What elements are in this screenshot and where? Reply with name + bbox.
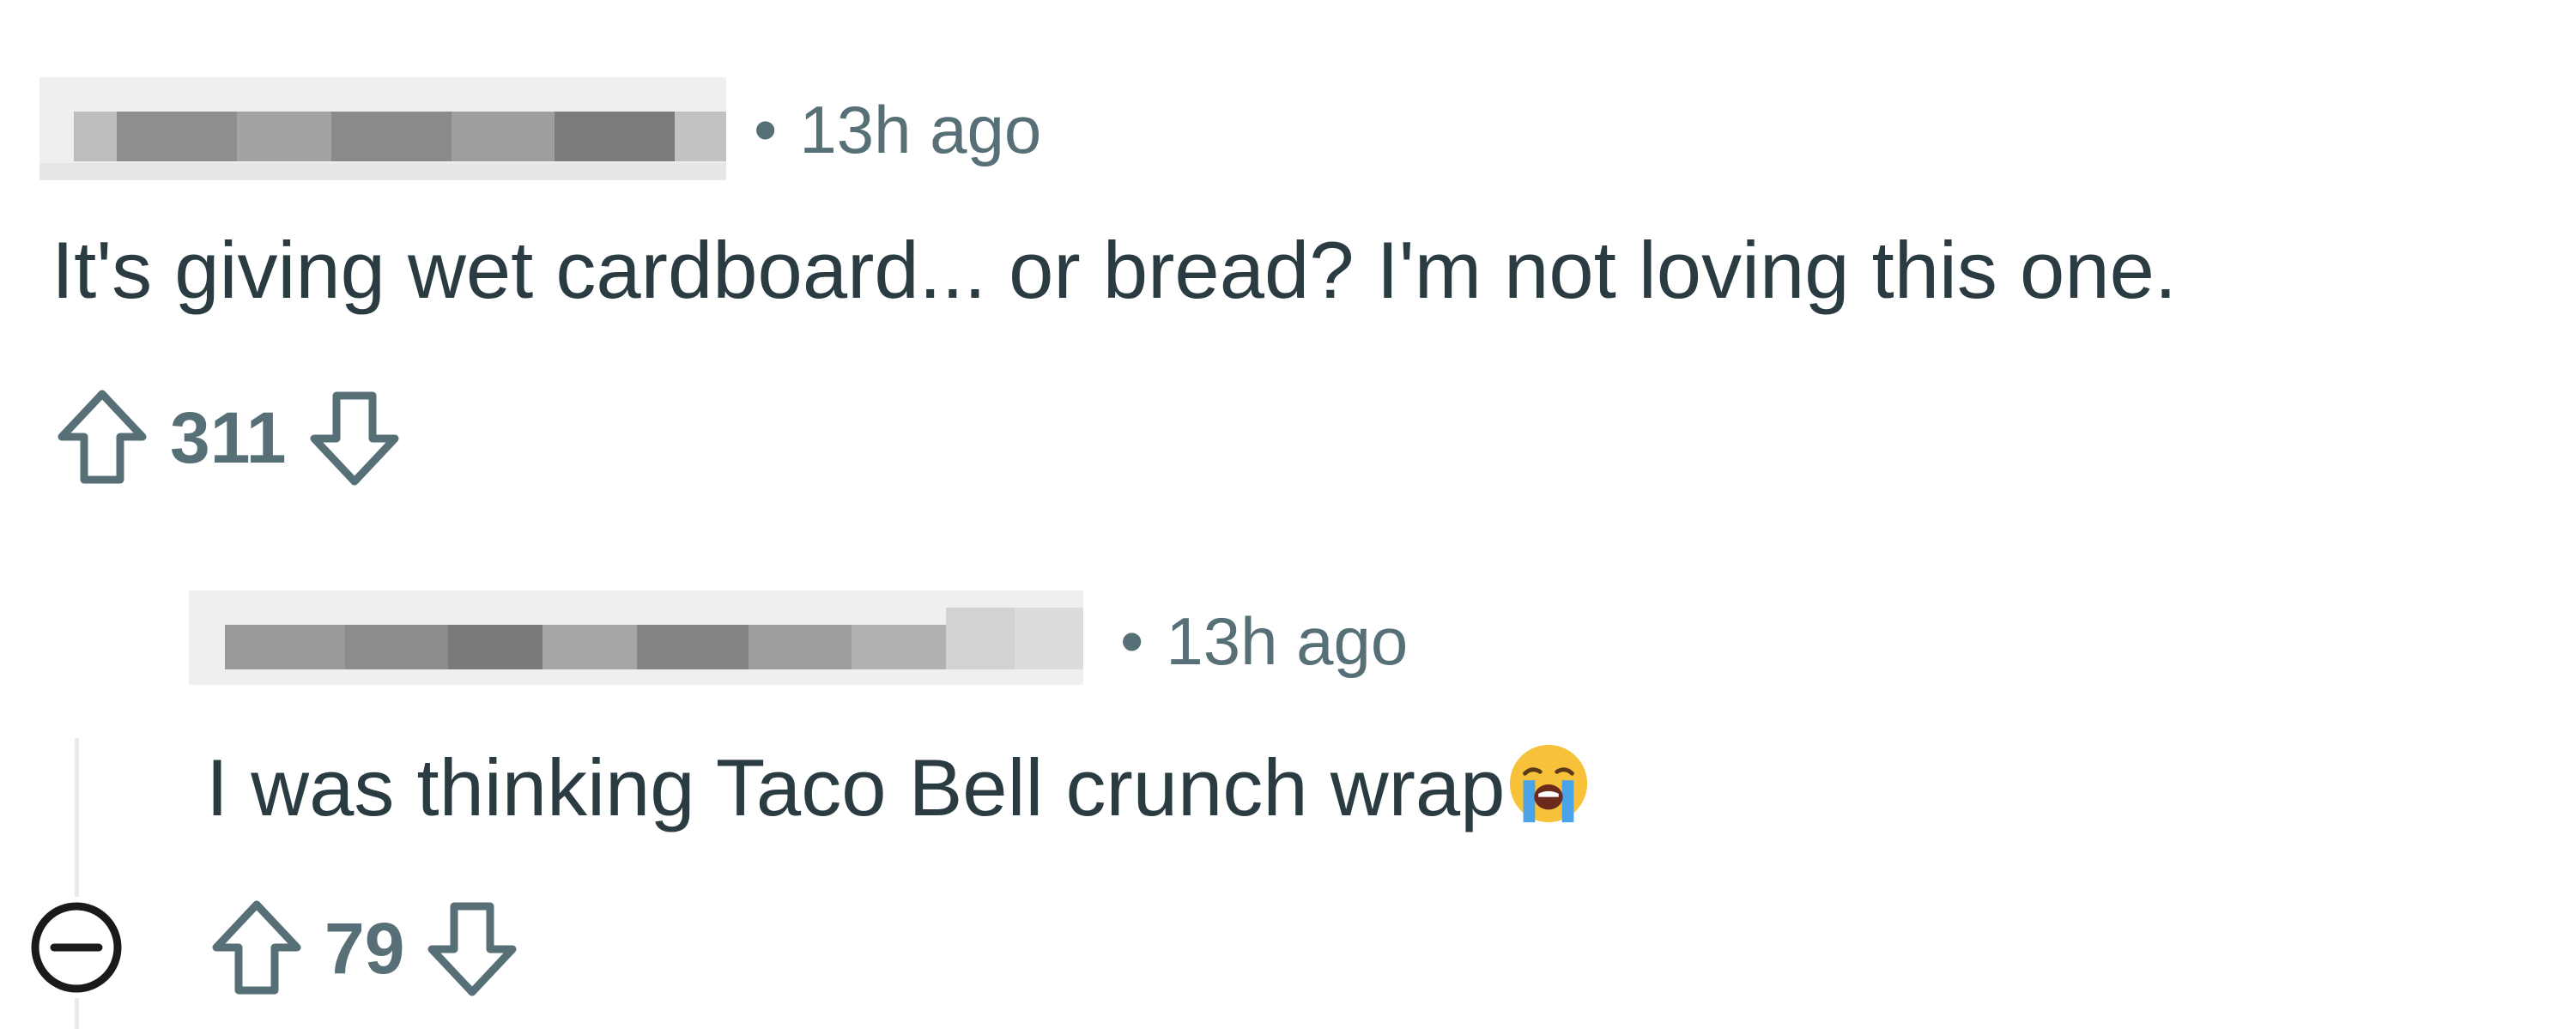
- comment-timestamp[interactable]: 13h ago: [799, 92, 1041, 167]
- comment-meta: • 13h ago: [754, 96, 1041, 163]
- comment-actions: 79: [206, 893, 523, 1004]
- comment-meta: • 13h ago: [1120, 608, 1408, 675]
- vote-score: 79: [324, 908, 405, 989]
- downvote-arrow-icon[interactable]: [304, 387, 405, 488]
- upvote-arrow-icon[interactable]: [206, 898, 307, 999]
- vote-score: 311: [170, 397, 287, 478]
- comment-timestamp[interactable]: 13h ago: [1166, 603, 1408, 679]
- author-username[interactable]: [39, 77, 726, 180]
- comment-body: It's giving wet cardboard... or bread? I…: [52, 225, 2177, 315]
- comment-body-text: I was thinking Taco Bell crunch wrap: [206, 742, 1506, 832]
- author-username[interactable]: [189, 590, 1083, 685]
- meta-separator: •: [1120, 603, 1144, 679]
- loudly-crying-face-icon: [1506, 741, 1591, 826]
- comment-actions: 311: [52, 382, 405, 493]
- meta-separator: •: [754, 92, 778, 167]
- collapse-thread-icon[interactable]: [26, 897, 127, 998]
- upvote-arrow-icon[interactable]: [52, 387, 153, 488]
- downvote-arrow-icon[interactable]: [421, 898, 523, 999]
- comment-body: I was thinking Taco Bell crunch wrap: [206, 741, 1591, 828]
